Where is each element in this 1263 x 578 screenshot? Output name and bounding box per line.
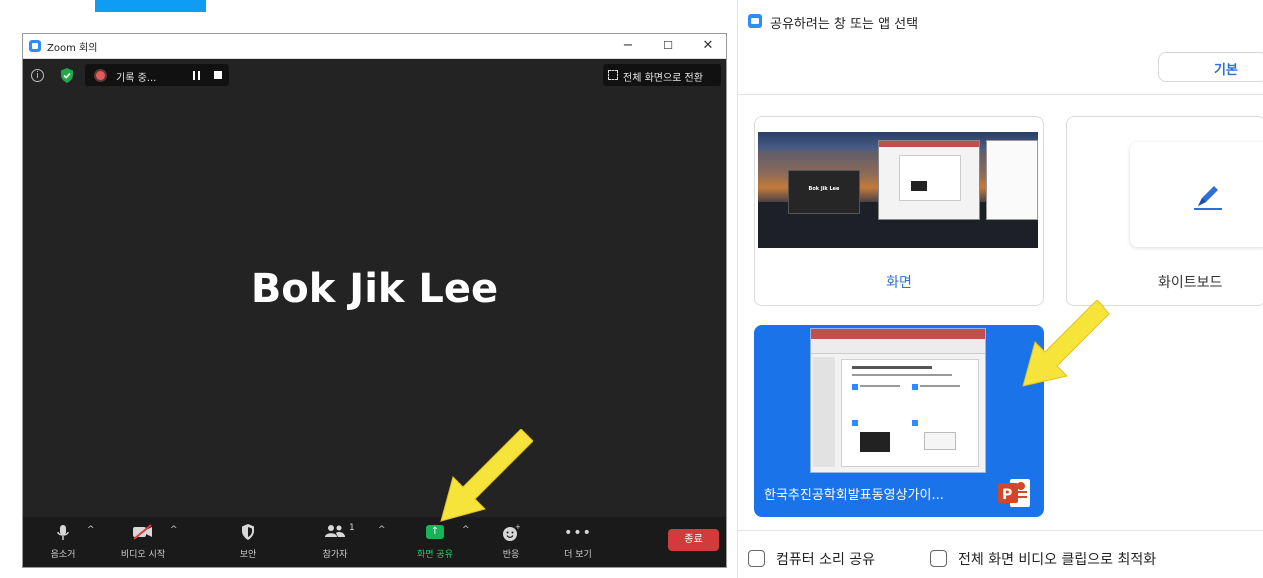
participants-button[interactable]: 1 참가자 xyxy=(313,517,357,567)
zoom-logo-icon xyxy=(748,14,762,28)
microphone-icon xyxy=(57,525,69,540)
stop-recording-icon[interactable] xyxy=(214,71,222,79)
optimize-video-label: 전체 화면 비디오 클립으로 최적화 xyxy=(958,552,1157,568)
participants-label: 참가자 xyxy=(322,550,348,560)
security-label: 보안 xyxy=(239,550,257,560)
more-button[interactable]: ••• 더 보기 xyxy=(558,517,598,567)
security-button[interactable]: 보안 xyxy=(228,517,268,567)
share-screen-label: 화면 공유 xyxy=(417,550,453,560)
powerpoint-app-icon: P xyxy=(998,479,1030,507)
recording-status-text: 기록 중... xyxy=(116,73,157,84)
fullscreen-label: 전체 화면으로 전환 xyxy=(623,73,703,84)
powerpoint-thumbnail xyxy=(810,328,986,473)
divider xyxy=(738,530,1263,531)
svg-text:P: P xyxy=(1002,487,1012,503)
participant-name: Bok Jik Lee xyxy=(250,266,499,312)
tab-basic[interactable] xyxy=(1158,52,1263,82)
annotation-arrow-ppt-icon xyxy=(1022,300,1110,387)
security-shield-icon xyxy=(242,524,254,540)
fullscreen-icon xyxy=(608,70,618,80)
zoom-window-title: Zoom 회의 xyxy=(47,43,98,54)
pen-icon xyxy=(1194,186,1222,210)
thumb-zoom-window: Bok Jik Lee xyxy=(788,170,860,214)
encryption-shield-icon[interactable] xyxy=(60,68,74,83)
more-dots-icon: ••• xyxy=(564,525,592,541)
thumb-participant-name: Bok Jik Lee xyxy=(808,186,840,192)
reactions-label: 반응 xyxy=(502,550,520,560)
whiteboard-preview xyxy=(1130,142,1263,247)
thumb-ppt-window xyxy=(878,140,980,220)
pause-recording-icon[interactable] xyxy=(193,71,200,80)
audio-options-caret-icon[interactable]: ^ xyxy=(87,525,95,535)
share-sound-label: 컴퓨터 소리 공유 xyxy=(776,552,876,568)
tab-basic-label: 기본 xyxy=(1214,63,1238,78)
powerpoint-window-label: 한국추진공학회발표동영상가이... xyxy=(764,488,944,503)
optimize-video-checkbox[interactable] xyxy=(930,550,947,567)
whiteboard-option-label: 화이트보드 xyxy=(1158,275,1223,291)
participants-caret-icon[interactable]: ^ xyxy=(378,525,386,535)
share-sound-checkbox[interactable] xyxy=(748,550,765,567)
zoom-titlebar: Zoom 회의 − ☐ ✕ xyxy=(23,34,726,59)
svg-text:+: + xyxy=(515,524,520,531)
close-button[interactable]: ✕ xyxy=(688,34,728,58)
divider xyxy=(738,94,1263,95)
mute-button[interactable]: 음소거 xyxy=(41,517,85,567)
zoom-meeting-window: Zoom 회의 − ☐ ✕ i 기록 중... 전체 화면으로 전환 Bok J… xyxy=(22,33,727,568)
record-dot-icon xyxy=(96,71,105,80)
minimize-button[interactable]: − xyxy=(608,34,648,58)
screen-option-label: 화면 xyxy=(886,275,912,291)
share-options-caret-icon[interactable]: ^ xyxy=(462,525,470,535)
more-label: 더 보기 xyxy=(564,550,592,560)
dialog-title: 공유하려는 창 또는 앱 선택 xyxy=(770,17,919,32)
meeting-toolbar: 음소거 ^ 비디오 시작 ^ 보안 1 참가자 ^ ↑ 화면 공유 ^ + 반응… xyxy=(23,517,726,567)
reaction-emoji-icon: + xyxy=(503,524,520,541)
screen-thumbnail: Bok Jik Lee xyxy=(758,132,1038,248)
mute-label: 음소거 xyxy=(50,550,76,560)
recording-indicator xyxy=(85,64,229,86)
share-screen-icon: ↑ xyxy=(426,525,444,539)
reactions-button[interactable]: + 반응 xyxy=(491,517,531,567)
participants-count: 1 xyxy=(349,523,355,533)
start-video-label: 비디오 시작 xyxy=(120,550,166,560)
start-video-button[interactable]: 비디오 시작 xyxy=(111,517,175,567)
top-blue-tab xyxy=(95,0,206,12)
zoom-logo-icon xyxy=(29,40,41,52)
share-selection-dialog: 공유하려는 창 또는 앱 선택 기본 Bok Jik Lee 화면 화이트보드 xyxy=(737,0,1263,578)
annotation-arrow-share-icon xyxy=(440,429,533,522)
maximize-button[interactable]: ☐ xyxy=(648,34,688,58)
video-options-caret-icon[interactable]: ^ xyxy=(170,525,178,535)
participants-icon xyxy=(325,525,345,537)
end-meeting-button[interactable]: 종료 xyxy=(668,529,719,551)
info-icon[interactable]: i xyxy=(31,69,44,82)
video-off-icon xyxy=(133,524,152,540)
share-screen-button[interactable]: ↑ 화면 공유 xyxy=(408,517,462,567)
